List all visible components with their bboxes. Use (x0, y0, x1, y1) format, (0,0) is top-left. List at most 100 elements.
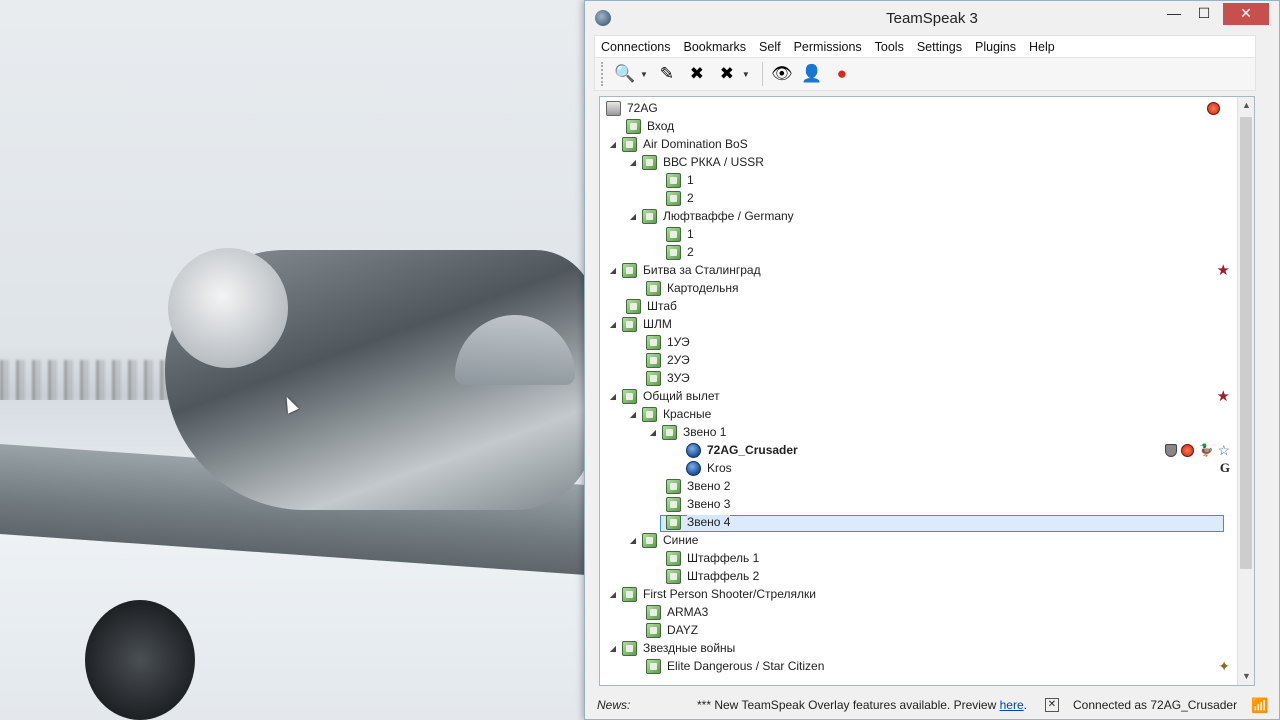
tree-row-channel[interactable]: 1 (662, 225, 1254, 243)
tree-row-channel[interactable]: 2 (662, 189, 1254, 207)
expand-arrow-icon[interactable]: ◢ (628, 536, 638, 545)
menu-plugins[interactable]: Plugins (975, 40, 1016, 54)
scroll-up-arrow-icon[interactable]: ▲ (1238, 97, 1254, 114)
tree-row-server[interactable]: 72AG (602, 99, 1226, 117)
channel-icon (642, 532, 657, 548)
channel-icon (666, 190, 681, 206)
menu-tools[interactable]: Tools (875, 40, 904, 54)
tree-row-channel[interactable]: 2УЭ (642, 351, 1254, 369)
tree-row-channel[interactable]: DAYZ (642, 621, 1254, 639)
subscribe-icon[interactable]: 👁 (769, 61, 795, 87)
tree-row-channel[interactable]: Картодельня (642, 279, 1254, 297)
close-button[interactable]: ✕ (1223, 3, 1269, 25)
channel-label: 3УЭ (667, 371, 690, 385)
menu-bookmarks[interactable]: Bookmarks (684, 40, 747, 54)
menu-settings[interactable]: Settings (917, 40, 962, 54)
tree-row-channel[interactable]: ◢ Синие (628, 531, 1252, 549)
expand-arrow-icon[interactable]: ◢ (608, 140, 618, 149)
g-badge-icon: G (1219, 460, 1230, 475)
mute-speakers-icon[interactable]: ✖ (714, 61, 740, 87)
channel-icon (666, 568, 681, 584)
tree-row-channel[interactable]: ◢ ШЛМ (608, 315, 1232, 333)
channel-label: 2 (687, 191, 694, 205)
tree-row-channel[interactable]: 1УЭ (642, 333, 1254, 351)
menu-connections[interactable]: Connections (601, 40, 671, 54)
menu-help[interactable]: Help (1029, 40, 1055, 54)
channel-label: Штаффель 1 (687, 551, 760, 565)
tree-row-channel[interactable]: Звено 3 (662, 495, 1254, 513)
channel-label: ВВС РККА / USSR (663, 155, 764, 169)
tree-row-channel[interactable]: Звено 2 (662, 477, 1254, 495)
channel-icon (622, 262, 637, 278)
tree-row-channel[interactable]: Штаб (622, 297, 1246, 315)
channel-label: 2 (687, 245, 694, 259)
tree-row-channel[interactable]: ◢ Красные (628, 405, 1252, 423)
scroll-thumb[interactable] (1240, 117, 1252, 569)
channel-icon (626, 298, 641, 314)
tree-row-channel[interactable]: ◢ Air Domination BoS (608, 135, 1232, 153)
tree-row-channel[interactable]: Штаффель 1 (662, 549, 1254, 567)
channel-icon (646, 352, 661, 368)
toolbar-grip[interactable] (601, 62, 604, 86)
scroll-down-arrow-icon[interactable]: ▼ (1238, 668, 1254, 685)
channel-icon (646, 622, 661, 638)
expand-arrow-icon[interactable]: ◢ (608, 320, 618, 329)
tree-row-channel[interactable]: ◢ First Person Shooter/Стрелялки (608, 585, 1232, 603)
expand-arrow-icon[interactable]: ◢ (608, 392, 618, 401)
title-bar[interactable]: TeamSpeak 3 — ☐ ✕ (585, 1, 1279, 35)
tree-row-user[interactable]: Kros G (682, 459, 1236, 477)
toolbar: 🔍 ▼ ✎ ✖ ✖ ▼ 👁 👤 ● (594, 57, 1256, 91)
menu-self[interactable]: Self (759, 40, 781, 54)
tree-row-channel[interactable]: ◢ Битва за Сталинград ★ (608, 261, 1236, 279)
channel-label: Люфтваффе / Germany (663, 209, 794, 223)
mute-mic-icon[interactable]: ✖ (684, 61, 710, 87)
connect-dropdown-icon[interactable]: ▼ (640, 70, 648, 79)
tree-row-channel[interactable]: Штаффель 2 (662, 567, 1254, 585)
expand-arrow-icon[interactable]: ◢ (628, 212, 638, 221)
contacts-icon[interactable]: 👤 (799, 61, 825, 87)
news-close-icon[interactable]: ✕ (1045, 698, 1059, 712)
tree-row-user[interactable]: 72AG_Crusader 🦆 ☆ (682, 441, 1236, 459)
tree-row-channel[interactable]: 1 (662, 171, 1254, 189)
disconnect-icon[interactable]: ✎ (654, 61, 680, 87)
channel-tree[interactable]: 72AG Вход ⌂ ◢ Air Domination BoS ◢ ВВС Р… (599, 96, 1255, 686)
channel-label: ARMA3 (667, 605, 709, 619)
tree-row-channel[interactable]: 2 (662, 243, 1254, 261)
tree-row-channel[interactable]: Elite Dangerous / Star Citizen ✦ (642, 657, 1236, 675)
tree-row-channel[interactable]: ARMA3 (642, 603, 1254, 621)
tree-row-channel[interactable]: 3УЭ (642, 369, 1254, 387)
news-text: *** New TeamSpeak Overlay features avail… (697, 698, 1000, 712)
minimize-button[interactable]: — (1159, 3, 1189, 25)
connect-icon[interactable]: 🔍 (612, 61, 638, 87)
expand-arrow-icon[interactable]: ◢ (608, 266, 618, 275)
channel-label: Air Domination BoS (643, 137, 748, 151)
channel-icon (622, 586, 637, 602)
tree-row-channel[interactable]: ◢ Общий вылет ★ (608, 387, 1236, 405)
away-dropdown-icon[interactable]: ▼ (742, 70, 750, 79)
tree-row-channel[interactable]: ◢ Люфтваффе / Germany (628, 207, 1252, 225)
news-ticker: *** New TeamSpeak Overlay features avail… (697, 698, 1027, 712)
expand-arrow-icon[interactable]: ◢ (628, 410, 638, 419)
channel-icon (646, 370, 661, 386)
expand-arrow-icon[interactable]: ◢ (648, 428, 658, 437)
maximize-button[interactable]: ☐ (1189, 3, 1219, 25)
tree-row-channel[interactable]: ◢ ВВС РККА / USSR (628, 153, 1252, 171)
user-status-icon (686, 442, 701, 458)
status-bar: News: *** New TeamSpeak Overlay features… (585, 691, 1279, 719)
expand-arrow-icon[interactable]: ◢ (608, 590, 618, 599)
tree-row-channel[interactable]: ◢ Звездные войны (608, 639, 1232, 657)
expand-arrow-icon[interactable]: ◢ (628, 158, 638, 167)
expand-arrow-icon[interactable]: ◢ (608, 644, 618, 653)
channel-icon (622, 316, 637, 332)
menu-permissions[interactable]: Permissions (794, 40, 862, 54)
news-link[interactable]: here (1000, 698, 1024, 712)
channel-label: Красные (663, 407, 712, 421)
tree-row-channel[interactable]: Вход ⌂ (622, 117, 1254, 135)
tree-row-channel[interactable]: ◢ Звено 1 (648, 423, 1254, 441)
star-icon: ★ (1216, 262, 1230, 279)
record-icon[interactable]: ● (829, 61, 855, 87)
tree-scrollbar[interactable]: ▲ ▼ (1237, 97, 1254, 685)
channel-icon (622, 136, 637, 152)
tree-row-channel-selected[interactable]: Звено 4 (662, 513, 1222, 531)
channel-label: Звено 3 (687, 497, 731, 511)
